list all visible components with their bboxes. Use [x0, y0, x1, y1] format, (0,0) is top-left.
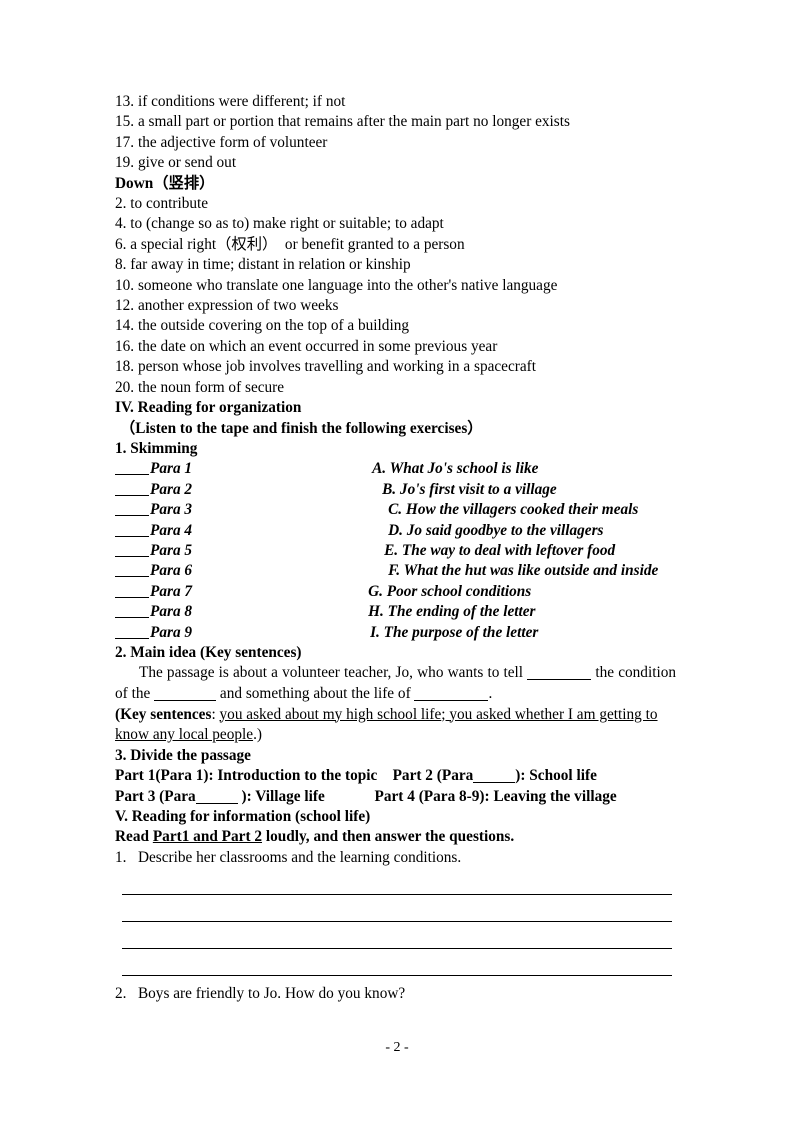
- key-sentence-1: you asked about my high school life: [219, 705, 442, 723]
- match-row: Para 8 H. The ending of the letter: [115, 602, 676, 622]
- down-heading: Down（竖排）: [115, 174, 215, 192]
- part-3-blank[interactable]: [195, 802, 238, 804]
- clue-item: 20. the noun form of secure: [115, 378, 285, 396]
- clue-item: 17. the adjective form of volunteer: [115, 133, 328, 151]
- clue-item: 12. another expression of two weeks: [115, 297, 339, 315]
- para-label: Para 2: [150, 480, 193, 498]
- clue-item: 4. to (change so as to) make right or su…: [115, 215, 444, 233]
- para-label: Para 4: [150, 521, 193, 539]
- option-label: F. What the hut was like outside and ins…: [388, 562, 659, 580]
- option-label: E. The way to deal with leftover food: [384, 541, 616, 559]
- option-label: I. The purpose of the letter: [370, 623, 539, 641]
- part-2-label-post: ): School life: [515, 767, 597, 785]
- main-idea-text-4: .: [488, 684, 493, 702]
- clue-item: 10. someone who translate one language i…: [115, 276, 558, 294]
- answer-space: [115, 895, 676, 921]
- para-label: Para 5: [150, 541, 193, 559]
- question-2: 2. Boys are friendly to Jo. How do you k…: [115, 985, 406, 1003]
- down-clues-list: 2. to contribute 4. to (change so as to)…: [115, 194, 676, 398]
- task-skimming-heading: 1. Skimming: [115, 439, 198, 457]
- para-label: Para 9: [150, 623, 193, 641]
- instruction-post: loudly, and then answer the questions.: [262, 828, 515, 846]
- section-v-instruction: Read Part1 and Part 2 loudly, and then a…: [115, 827, 676, 847]
- match-row: Para 5 E. The way to deal with leftover f…: [115, 541, 676, 561]
- option-label: D. Jo said goodbye to the villagers: [388, 521, 604, 539]
- match-row: Para 7 G. Poor school conditions: [115, 582, 676, 602]
- task-main-idea-heading: 2. Main idea (Key sentences): [115, 643, 302, 661]
- part-3-label-pre: Part 3 (Para: [115, 787, 196, 805]
- section-iv-heading: IV. Reading for organization: [115, 399, 302, 417]
- para-label: Para 8: [150, 603, 193, 621]
- match-row: Para 1 A. What Jo's school is like: [115, 459, 676, 479]
- clue-item: 18. person whose job involves travelling…: [115, 358, 536, 376]
- instruction-pre: Read: [115, 828, 153, 846]
- key-sentences-label: (Key sentences: [115, 705, 212, 723]
- part-4-label: Part 4 (Para 8-9): Leaving the village: [374, 787, 617, 805]
- answer-blank[interactable]: [115, 474, 149, 476]
- clue-item: 8. far away in time; distant in relation…: [115, 256, 411, 274]
- clue-item: 6. a special right（权利） or benefit grante…: [115, 235, 465, 253]
- match-row: Para 3 C. How the villagers cooked their …: [115, 500, 676, 520]
- match-row: Para 6 F. What the hut was like outside a…: [115, 561, 676, 581]
- clue-item: 19. give or send out: [115, 154, 237, 172]
- para-label: Para 7: [150, 582, 193, 600]
- key-sentences-block: (Key sentences: you asked about my high …: [115, 705, 676, 746]
- key-sentences-colon: :: [211, 705, 220, 723]
- answer-blank[interactable]: [115, 617, 149, 619]
- main-idea-text-1: The passage is about a volunteer teacher…: [139, 664, 528, 682]
- clue-item: 13. if conditions were different; if not: [115, 93, 346, 110]
- answer-blank[interactable]: [115, 555, 149, 557]
- section-iv-subheading: （Listen to the tape and finish the follo…: [120, 419, 483, 437]
- part-1-label: Part 1(Para 1): Introduction to the topi…: [115, 767, 378, 785]
- clue-item: 15. a small part or portion that remains…: [115, 113, 570, 131]
- skimming-match-list: Para 1 A. What Jo's school is like Para 2…: [115, 459, 676, 643]
- main-idea-blank-3[interactable]: [414, 699, 489, 701]
- divide-row-2: Part 3 (Para ): Village life Part 4 (Par…: [115, 787, 676, 807]
- part-2-label-pre: Part 2 (Para: [392, 767, 474, 785]
- answer-blank[interactable]: [115, 596, 149, 598]
- option-label: A. What Jo's school is like: [372, 460, 539, 478]
- task-divide-heading: 3. Divide the passage: [115, 746, 251, 764]
- divide-row-1: Part 1(Para 1): Introduction to the topi…: [115, 766, 676, 786]
- page-footer: - 2 -: [385, 1040, 409, 1055]
- section-v-heading: V. Reading for information (school life): [115, 807, 371, 825]
- main-idea-text-3: and something about the life of: [216, 684, 415, 702]
- worksheet-page: 13. if conditions were different; if not…: [0, 0, 794, 1123]
- instruction-underlined: Part1 and Part 2: [152, 828, 263, 846]
- main-idea-paragraph: The passage is about a volunteer teacher…: [115, 663, 676, 704]
- answer-blank[interactable]: [115, 515, 149, 517]
- question-1: 1. Describe her classrooms and the learn…: [115, 848, 462, 866]
- option-label: G. Poor school conditions: [368, 582, 532, 600]
- key-sentences-close: .): [253, 726, 262, 744]
- main-idea-blank-2[interactable]: [154, 699, 217, 701]
- para-label: Para 1: [150, 460, 193, 478]
- option-label: B. Jo's first visit to a village: [382, 480, 557, 498]
- part-2-blank[interactable]: [473, 782, 516, 784]
- answer-blank[interactable]: [115, 535, 149, 537]
- match-row: Para 4 D. Jo said goodbye to the villager…: [115, 521, 676, 541]
- answer-space: [115, 868, 676, 894]
- match-row: Para 9 I. The purpose of the letter: [115, 623, 676, 643]
- clue-item: 16. the date on which an event occurred …: [115, 337, 498, 355]
- part-3-label-post: ): Village life: [237, 787, 325, 805]
- main-idea-blank-1[interactable]: [527, 679, 592, 681]
- answer-blank[interactable]: [115, 637, 149, 639]
- para-label: Para 6: [150, 562, 193, 580]
- match-row: Para 2 B. Jo's first visit to a village: [115, 480, 676, 500]
- clue-item: 14. the outside covering on the top of a…: [115, 317, 409, 335]
- option-label: H. The ending of the letter: [368, 603, 536, 621]
- clue-item: 2. to contribute: [115, 195, 209, 213]
- answer-space: [115, 949, 676, 975]
- answer-blank[interactable]: [115, 494, 149, 496]
- across-clues-list: 13. if conditions were different; if not…: [115, 92, 676, 174]
- answer-blank[interactable]: [115, 576, 149, 578]
- para-label: Para 3: [150, 501, 193, 519]
- option-label: C. How the villagers cooked their meals: [388, 501, 639, 519]
- answer-space: [115, 922, 676, 948]
